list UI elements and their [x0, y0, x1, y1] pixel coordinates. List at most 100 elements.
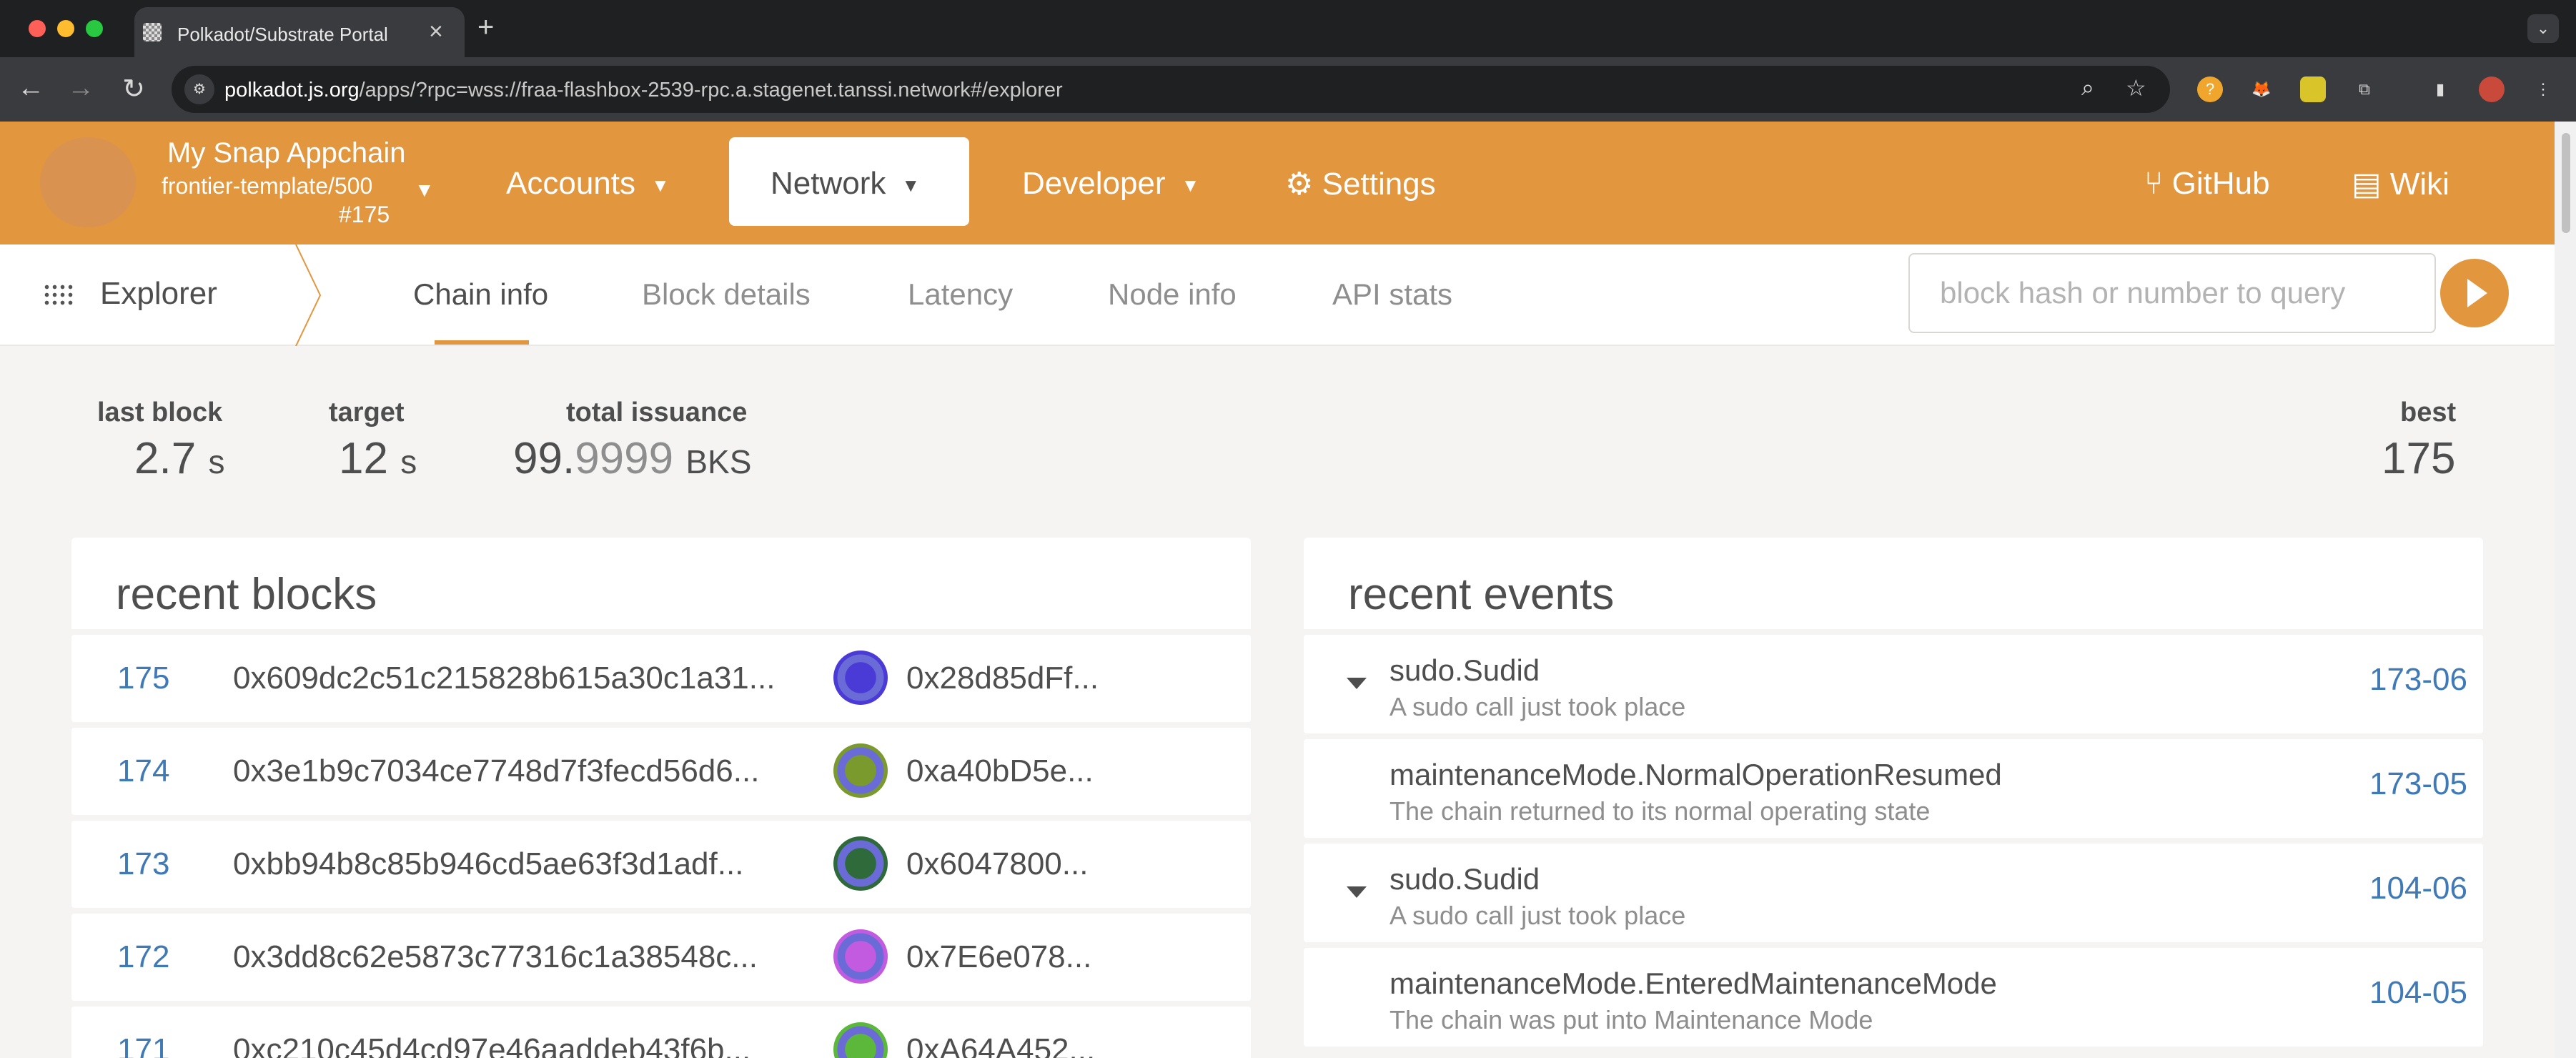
author-identicon[interactable]	[833, 651, 888, 705]
best-value: 175	[2382, 434, 2456, 483]
recent-events-title: recent events	[1348, 570, 1615, 619]
new-tab-button[interactable]: +	[477, 11, 494, 44]
tab-latency[interactable]: Latency	[908, 277, 1013, 312]
git-branch-icon: ⑂	[2144, 166, 2172, 201]
block-row: 175 0x609dc2c51c215828b615a30c1a31... 0x28…	[71, 635, 1251, 722]
section-title[interactable]: Explorer	[100, 276, 217, 312]
metamask-fox-icon[interactable]: 🦊	[2249, 76, 2274, 102]
browser-tab[interactable]: Polkadot/Substrate Portal ×	[134, 7, 465, 57]
tab-block-details[interactable]: Block details	[642, 277, 811, 312]
block-number-link[interactable]: 174	[117, 753, 169, 789]
apps-grid-icon[interactable]	[43, 283, 74, 306]
total-issuance-label: total issuance	[566, 397, 748, 427]
event-description: A sudo call just took place	[1389, 692, 1686, 721]
block-hash: 0xbb94b8c85b946cd5ae63f3d1adf...	[233, 846, 744, 881]
address-url[interactable]: polkadot.js.org/apps/?rpc=wss://fraa-fla…	[224, 79, 1063, 102]
block-hash: 0x3dd8c62e5873c77316c1a38548c...	[233, 939, 758, 974]
chain-runtime[interactable]: frontier-template/500	[162, 173, 372, 199]
explorer-subnav: Explorer Chain info Block details Latenc…	[0, 244, 2555, 346]
event-id-link[interactable]: 104-06	[2369, 871, 2467, 906]
caret-down-icon: ▼	[650, 174, 670, 196]
recent-blocks-title: recent blocks	[116, 570, 377, 619]
block-number-link[interactable]: 171	[117, 1032, 169, 1058]
reload-icon[interactable]: ↻	[116, 73, 152, 105]
event-row[interactable]: sudo.Sudid A sudo call just took place 104…	[1304, 844, 2483, 942]
menu-settings[interactable]: ⚙ Settings	[1285, 166, 1436, 202]
extensions-puzzle-icon[interactable]: ⧉	[2352, 76, 2377, 102]
bookmark-star-icon[interactable]: ☆	[2126, 74, 2146, 102]
site-settings-icon[interactable]: ⚙	[184, 74, 214, 104]
tab-favicon-icon	[143, 23, 162, 41]
browser-menu-icon[interactable]: ⋮	[2530, 76, 2556, 102]
block-author[interactable]: 0xA64A452...	[906, 1032, 1095, 1058]
tab-search-chevron-icon[interactable]: ⌄	[2527, 14, 2559, 43]
block-number-link[interactable]: 172	[117, 939, 169, 975]
tab-chain-info[interactable]: Chain info	[413, 277, 548, 312]
block-row: 172 0x3dd8c62e5873c77316c1a38548c... 0x7E6…	[71, 914, 1251, 1001]
author-identicon[interactable]	[833, 1022, 888, 1058]
block-row: 174 0x3e1b9c7034ce7748d7f3fecd56d6... 0xa4…	[71, 728, 1251, 815]
link-github[interactable]: ⑂ GitHub	[2144, 166, 2270, 202]
extension-snap-icon[interactable]	[2300, 76, 2326, 102]
recent-events-header: recent events	[1304, 538, 2483, 629]
query-go-button[interactable]	[2440, 259, 2509, 327]
expand-caret-icon[interactable]	[1347, 886, 1367, 898]
block-number-link[interactable]: 175	[117, 661, 169, 696]
menu-developer[interactable]: Developer ▼	[1022, 166, 1199, 202]
breadcrumb-arrow-icon	[295, 244, 322, 346]
event-id-link[interactable]: 104-05	[2369, 975, 2467, 1011]
event-id-link[interactable]: 173-06	[2369, 662, 2467, 698]
caret-down-icon: ▼	[901, 174, 921, 196]
tab-title: Polkadot/Substrate Portal	[177, 24, 388, 45]
extension-coin-icon[interactable]: ?	[2197, 76, 2223, 102]
author-identicon[interactable]	[833, 929, 888, 984]
block-hash: 0x3e1b9c7034ce7748d7f3fecd56d6...	[233, 753, 760, 788]
browser-toolbar: ← → ↻ ⚙ polkadot.js.org/apps/?rpc=wss://…	[0, 57, 2576, 122]
chain-logo[interactable]	[40, 137, 136, 227]
event-id-link[interactable]: 173-05	[2369, 766, 2467, 802]
block-hash: 0x609dc2c51c215828b615a30c1a31...	[233, 661, 776, 696]
block-query-input[interactable]	[1908, 253, 2436, 333]
back-arrow-icon[interactable]: ←	[13, 73, 49, 104]
event-description: The chain was put into Maintenance Mode	[1389, 1005, 1873, 1034]
author-identicon[interactable]	[833, 743, 888, 798]
address-bar[interactable]: ⚙ polkadot.js.org/apps/?rpc=wss://fraa-f…	[172, 66, 2170, 113]
event-name: maintenanceMode.EnteredMaintenanceMode	[1389, 966, 1997, 1000]
scrollbar-thumb[interactable]	[2562, 133, 2570, 233]
event-row[interactable]: sudo.Sudid A sudo call just took place 173…	[1304, 635, 2483, 733]
expand-caret-icon[interactable]	[1347, 678, 1367, 689]
forward-arrow-icon[interactable]: →	[63, 73, 99, 104]
chain-selector-caret-icon[interactable]: ▼	[415, 179, 435, 202]
block-author[interactable]: 0x7E6e078...	[906, 939, 1091, 975]
event-name: sudo.Sudid	[1389, 653, 1540, 687]
menu-network[interactable]: Network ▼	[729, 137, 969, 226]
tab-close-icon[interactable]: ×	[429, 18, 443, 46]
block-author[interactable]: 0x6047800...	[906, 846, 1088, 882]
close-window-button[interactable]	[29, 20, 46, 37]
side-panel-icon[interactable]: ▮	[2427, 76, 2453, 102]
total-issuance-value: 99.9999 BKS	[513, 434, 752, 483]
zoom-icon[interactable]: ⌕	[2081, 74, 2094, 102]
target-value: 12 s	[339, 434, 417, 483]
tab-api-stats[interactable]: API stats	[1332, 277, 1452, 312]
chain-name[interactable]: My Snap Appchain	[167, 137, 406, 169]
profile-avatar[interactable]	[2479, 76, 2505, 102]
menu-accounts[interactable]: Accounts ▼	[506, 166, 670, 202]
link-wiki[interactable]: ▤ Wiki	[2352, 166, 2449, 202]
author-identicon[interactable]	[833, 836, 888, 891]
block-author[interactable]: 0xa40bD5e...	[906, 753, 1094, 789]
event-row[interactable]: maintenanceMode.NormalOperationResumed Th…	[1304, 739, 2483, 838]
caret-down-icon: ▼	[1181, 174, 1200, 196]
block-author[interactable]: 0x28d85dFf...	[906, 661, 1099, 696]
block-number-link[interactable]: 173	[117, 846, 169, 882]
recent-blocks-header: recent blocks	[71, 538, 1251, 629]
page-scrollbar[interactable]	[2555, 122, 2576, 1058]
maximize-window-button[interactable]	[86, 20, 103, 37]
last-block-label: last block	[97, 397, 223, 427]
block-row: 171 0xc210c45d4cd97e46aaddeb43f6b... 0xA64…	[71, 1007, 1251, 1058]
block-hash: 0xc210c45d4cd97e46aaddeb43f6b...	[233, 1032, 751, 1058]
minimize-window-button[interactable]	[57, 20, 74, 37]
event-row[interactable]: maintenanceMode.EnteredMaintenanceMode Th…	[1304, 948, 2483, 1047]
tab-node-info[interactable]: Node info	[1108, 277, 1237, 312]
last-block-value: 2.7 s	[134, 434, 225, 483]
